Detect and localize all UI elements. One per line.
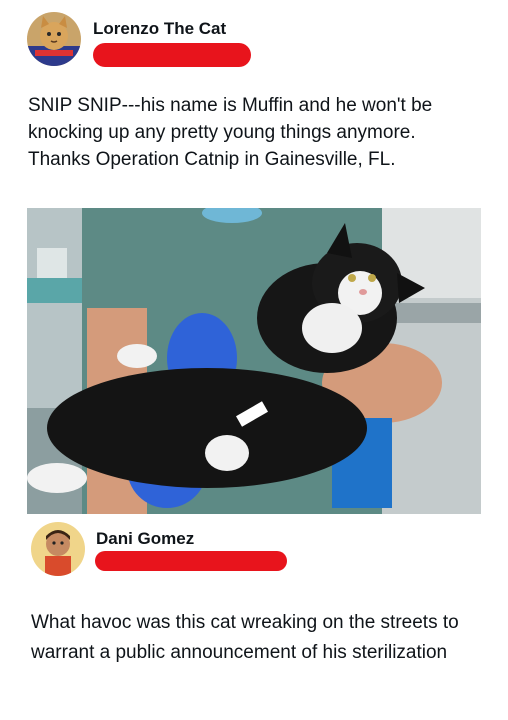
post-image-cat[interactable] (27, 208, 481, 514)
reply-text: What havoc was this cat wreaking on the … (31, 612, 459, 663)
post-text: SNIP SNIP---his name is Muffin and he wo… (28, 95, 433, 170)
avatar-dani[interactable] (31, 522, 85, 576)
author-name-dani[interactable]: Dani Gomez (96, 529, 194, 549)
redacted-handle (95, 551, 287, 571)
redacted-handle (93, 43, 251, 67)
avatar-lorenzo[interactable] (27, 12, 81, 66)
author-name-lorenzo[interactable]: Lorenzo The Cat (93, 19, 226, 39)
